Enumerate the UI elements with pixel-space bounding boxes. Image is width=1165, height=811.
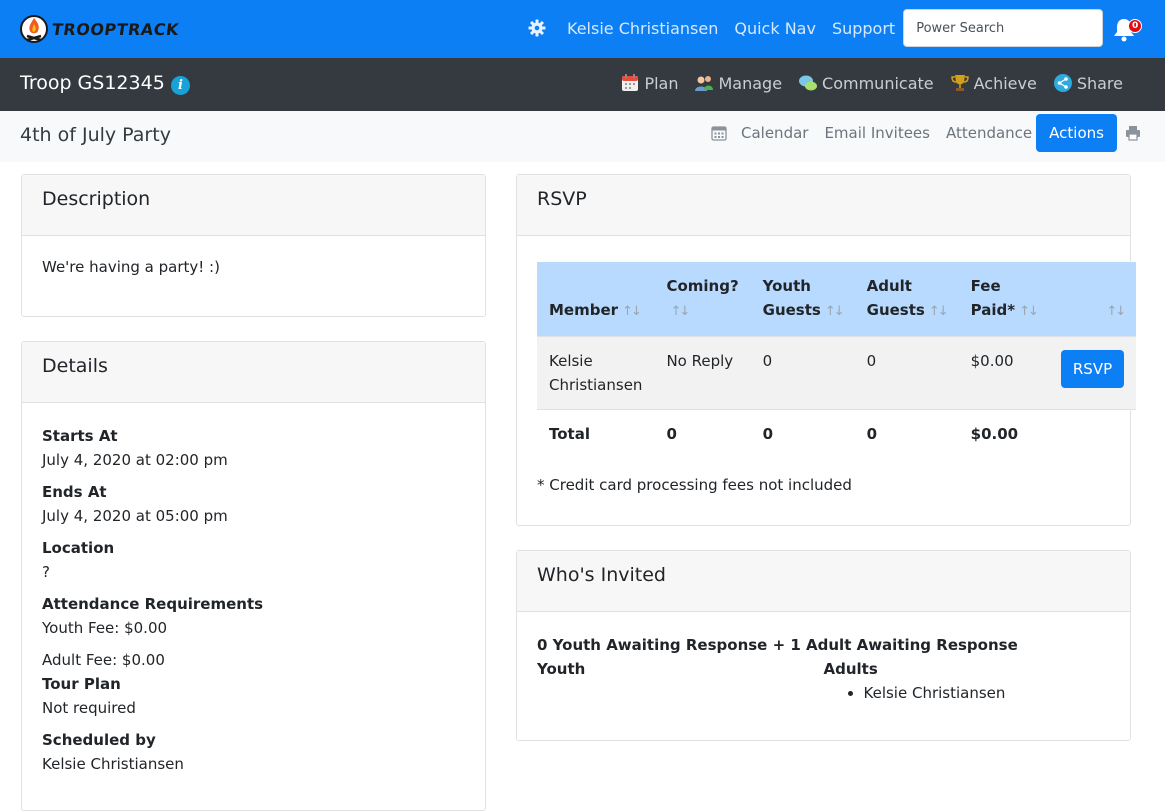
support-link[interactable]: Support	[832, 19, 895, 38]
people-icon	[695, 76, 714, 91]
description-text: We're having a party! :)	[42, 258, 220, 276]
column-actions[interactable]: ↑↓	[1048, 262, 1137, 337]
youth-label: Youth	[537, 660, 586, 678]
sort-icon[interactable]: ↑↓	[622, 304, 642, 319]
top-navbar: TROOPTRACK Kelsie Christiansen Quick Nav…	[0, 0, 1165, 58]
nav-communicate[interactable]: Communicate	[798, 73, 934, 93]
nav-achieve[interactable]: Achieve	[950, 73, 1037, 93]
column-member[interactable]: Member ↑↓	[537, 262, 655, 337]
campfire-logo-icon	[20, 15, 48, 43]
rsvp-header: RSVP	[517, 175, 1130, 236]
nav-plan-label: Plan	[644, 73, 679, 93]
nav-share[interactable]: Share	[1053, 73, 1123, 93]
logo-text: TROOPTRACK	[50, 19, 181, 39]
whos-invited-header: Who's Invited	[517, 551, 1130, 612]
attendance-link[interactable]: Attendance	[946, 124, 1032, 142]
event-nav: Calendar Email Invitees Attendance Actio…	[711, 114, 1141, 152]
description-header: Description	[22, 175, 485, 236]
attendance-requirements-label: Attendance Requirements	[42, 595, 264, 613]
power-search-input[interactable]	[903, 9, 1104, 47]
coming-cell: No Reply	[654, 336, 751, 410]
rsvp-button[interactable]: RSVP	[1060, 350, 1125, 388]
sort-icon[interactable]: ↑↓	[1106, 304, 1126, 319]
details-card: Details Starts At July 4, 2020 at 02:00 …	[21, 341, 486, 811]
user-name-link[interactable]: Kelsie Christiansen	[567, 19, 718, 38]
share-icon	[1053, 74, 1072, 92]
location-value: ?	[42, 563, 50, 581]
ends-at-value: July 4, 2020 at 05:00 pm	[42, 507, 228, 525]
nav-manage[interactable]: Manage	[694, 73, 782, 93]
tour-plan-label: Tour Plan	[42, 675, 121, 693]
total-coming: 0	[654, 409, 751, 458]
tour-plan-value: Not required	[42, 699, 136, 717]
adult-fee-value: Adult Fee: $0.00	[42, 651, 165, 669]
quick-nav-link[interactable]: Quick Nav	[734, 19, 816, 38]
sort-icon[interactable]: ↑↓	[670, 304, 690, 319]
youth-fee-value: Youth Fee: $0.00	[42, 619, 168, 637]
troop-bar: Troop GS12345 i Plan Manage Communicate …	[0, 58, 1165, 111]
total-fee: $0.00	[958, 409, 1049, 458]
description-card: Description We're having a party! :)	[21, 174, 486, 317]
fee-paid-cell: $0.00	[958, 336, 1049, 410]
chat-bubbles-icon	[799, 75, 818, 91]
sort-icon[interactable]: ↑↓	[929, 304, 949, 319]
rsvp-footnote: * Credit card processing fees not includ…	[537, 476, 852, 494]
adults-column: Adults Kelsie Christiansen	[824, 657, 1111, 705]
calendar-link[interactable]: Calendar	[741, 124, 808, 142]
total-label: Total	[537, 409, 655, 458]
print-icon[interactable]	[1125, 125, 1141, 141]
nav-plan[interactable]: Plan	[620, 73, 678, 93]
notification-count-badge: 0	[1128, 19, 1143, 33]
trooptrack-logo[interactable]: TROOPTRACK	[20, 14, 181, 44]
nav-communicate-label: Communicate	[822, 73, 934, 93]
scheduled-by-value: Kelsie Christiansen	[42, 755, 184, 773]
nav-achieve-label: Achieve	[973, 73, 1037, 93]
youth-column: Youth	[537, 657, 824, 705]
total-row: Total 0 0 0 $0.00	[537, 409, 1137, 458]
email-invitees-link[interactable]: Email Invitees	[824, 124, 930, 142]
location-label: Location	[42, 539, 115, 557]
adults-label: Adults	[823, 660, 878, 678]
whos-invited-card: Who's Invited 0 Youth Awaiting Response …	[516, 550, 1131, 741]
list-item: Kelsie Christiansen	[864, 681, 1111, 705]
event-title: 4th of July Party	[20, 124, 171, 146]
adult-guests-cell: 0	[854, 336, 959, 410]
member-cell: Kelsie Christiansen	[537, 336, 655, 410]
nav-share-label: Share	[1076, 73, 1123, 93]
rsvp-table: Member ↑↓ Coming?↑↓ Youth Guests ↑↓ Adult Gu…	[537, 262, 1137, 458]
awaiting-response-summary: 0 Youth Awaiting Response + 1 Adult Awai…	[537, 636, 1018, 654]
column-coming[interactable]: Coming?↑↓	[654, 262, 751, 337]
trophy-icon	[950, 75, 969, 91]
sort-icon[interactable]: ↑↓	[825, 304, 845, 319]
column-youth-guests[interactable]: Youth Guests ↑↓	[750, 262, 855, 337]
main-nav: Plan Manage Communicate Achieve Share	[604, 73, 1123, 93]
rsvp-card: RSVP Member ↑↓ Coming?↑↓ Youth Guests ↑↓ Ad…	[516, 174, 1137, 526]
total-youth-guests: 0	[750, 409, 855, 458]
youth-guests-cell: 0	[750, 336, 855, 410]
info-icon[interactable]: i	[171, 76, 190, 95]
actions-button[interactable]: Actions	[1036, 114, 1117, 152]
sort-icon[interactable]: ↑↓	[1019, 304, 1039, 319]
ends-at-label: Ends At	[42, 483, 107, 501]
details-header: Details	[22, 342, 485, 403]
column-adult-guests[interactable]: Adult Guests ↑↓	[854, 262, 959, 337]
nav-manage-label: Manage	[718, 73, 783, 93]
starts-at-value: July 4, 2020 at 02:00 pm	[42, 451, 228, 469]
event-bar: 4th of July Party Calendar Email Invitee…	[0, 111, 1165, 162]
starts-at-label: Starts At	[42, 427, 118, 445]
column-fee-paid[interactable]: Fee Paid* ↑↓	[958, 262, 1049, 337]
table-row: Kelsie Christiansen No Reply 0 0 $0.00 RS…	[537, 336, 1137, 410]
calendar-icon[interactable]	[711, 125, 727, 141]
scheduled-by-label: Scheduled by	[42, 731, 156, 749]
troop-title[interactable]: Troop GS12345	[20, 72, 165, 94]
gear-icon[interactable]	[527, 18, 547, 38]
total-adult-guests: 0	[854, 409, 959, 458]
calendar-icon	[622, 74, 639, 91]
notifications-bell[interactable]: 0	[1111, 14, 1143, 42]
top-right-nav: Kelsie Christiansen Quick Nav Support 0	[527, 9, 1143, 47]
